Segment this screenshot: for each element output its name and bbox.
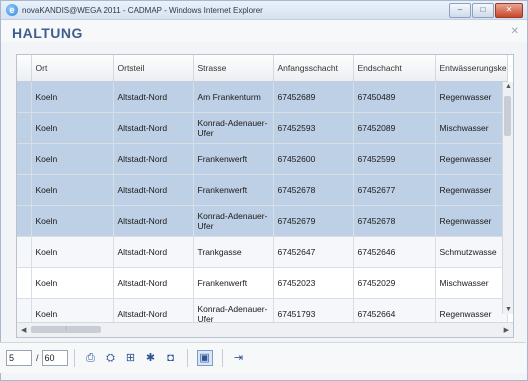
internet-explorer-icon: e <box>6 4 18 16</box>
bottom-toolbar: 5 / 60 ⎙ ⛭ ⊞ ✱ ◘ ▣ ⇥ <box>0 342 526 373</box>
table-row[interactable]: Koeln Altstadt-Nord Am Frankenturm 67452… <box>17 81 508 113</box>
cell-strasse: Konrad-Adenauer-Ufer <box>193 112 274 144</box>
cell-strasse: Frankenwerft <box>193 174 274 206</box>
export-icon[interactable]: ⛭ <box>104 351 118 365</box>
cell-ort: Koeln <box>31 143 114 175</box>
cell-ortsteil: Altstadt-Nord <box>113 236 194 268</box>
window-title: novaKANDIS@WEGA 2011 - CADMAP - Windows … <box>22 5 263 15</box>
column-header-ortsteil[interactable]: Ortsteil <box>113 55 194 82</box>
table-header-row: Ort Ortsteil Strasse Anfangsschacht Ends… <box>17 55 508 82</box>
row-selector[interactable] <box>17 236 32 268</box>
cell-endschacht: 67452646 <box>353 236 436 268</box>
row-selector[interactable] <box>17 143 32 175</box>
vertical-scroll-thumb[interactable] <box>504 96 511 136</box>
cell-endschacht: 67452678 <box>353 205 436 237</box>
cell-anfangsschacht: 67452023 <box>273 267 354 299</box>
title-bar: e novaKANDIS@WEGA 2011 - CADMAP - Window… <box>1 1 527 20</box>
scroll-right-icon[interactable]: ▶ <box>504 326 509 334</box>
view-icon[interactable]: ▣ <box>196 350 213 366</box>
maximize-button[interactable]: □ <box>472 3 494 18</box>
cell-ortsteil: Altstadt-Nord <box>113 174 194 206</box>
row-selector[interactable] <box>17 174 32 206</box>
cell-ort: Koeln <box>31 81 114 113</box>
total-pages-field: 60 <box>41 350 68 366</box>
row-selector[interactable] <box>17 81 32 113</box>
cell-anfangsschacht: 67452647 <box>273 236 354 268</box>
cell-endschacht: 67452029 <box>353 267 436 299</box>
exit-icon[interactable]: ⇥ <box>232 351 246 365</box>
toolbar-divider <box>186 349 188 367</box>
page-title: HALTUNG <box>12 25 83 41</box>
cell-ortsteil: Altstadt-Nord <box>113 81 194 113</box>
minimize-button[interactable]: – <box>449 3 471 18</box>
cell-entwaesserung: Schmutzwasse <box>435 236 508 268</box>
vertical-scrollbar[interactable]: ▲ ▼ <box>502 82 513 314</box>
cell-endschacht: 67452599 <box>353 143 436 175</box>
toolbar-divider <box>221 349 223 367</box>
cell-entwaesserung: Regenwasser <box>435 81 508 113</box>
row-selector-header <box>17 55 32 82</box>
row-selector[interactable] <box>17 205 32 237</box>
cell-anfangsschacht: 67452593 <box>273 112 354 144</box>
page-separator: / <box>36 353 39 363</box>
cell-ort: Koeln <box>31 112 114 144</box>
cell-entwaesserung: Regenwasser <box>435 205 508 237</box>
cell-ort: Koeln <box>31 205 114 237</box>
cell-entwaesserung: Regenwasser <box>435 174 508 206</box>
page-header: HALTUNG ✕ <box>1 20 527 42</box>
cell-strasse: Am Frankenturm <box>193 81 274 113</box>
scroll-down-icon[interactable]: ▼ <box>505 306 512 313</box>
cell-endschacht: 67452677 <box>353 174 436 206</box>
column-header-ort[interactable]: Ort <box>31 55 114 82</box>
table-row[interactable]: Koeln Altstadt-Nord Konrad-Adenauer-Ufer… <box>17 205 508 237</box>
table-row[interactable]: Koeln Altstadt-Nord Konrad-Adenauer-Ufer… <box>17 112 508 144</box>
cell-ort: Koeln <box>31 267 114 299</box>
grid-icon[interactable]: ⊞ <box>124 351 138 365</box>
close-panel-icon[interactable]: ✕ <box>511 26 519 37</box>
horizontal-scroll-thumb[interactable]: ⦙ <box>31 326 101 333</box>
row-selector[interactable] <box>17 267 32 299</box>
column-header-anfangsschacht[interactable]: Anfangsschacht <box>273 55 354 82</box>
cell-strasse: Frankenwerft <box>193 143 274 175</box>
data-table: Ort Ortsteil Strasse Anfangsschacht Ends… <box>17 55 508 330</box>
scroll-left-icon[interactable]: ◀ <box>21 326 26 334</box>
cell-ortsteil: Altstadt-Nord <box>113 112 194 144</box>
filter-icon[interactable]: ◘ <box>164 351 178 365</box>
cell-strasse: Trankgasse <box>193 236 274 268</box>
cell-ortsteil: Altstadt-Nord <box>113 205 194 237</box>
cell-strasse: Frankenwerft <box>193 267 274 299</box>
cell-anfangsschacht: 67452679 <box>273 205 354 237</box>
column-header-strasse[interactable]: Strasse <box>193 55 274 82</box>
table-row[interactable]: Koeln Altstadt-Nord Frankenwerft 6745202… <box>17 267 508 299</box>
scroll-up-icon[interactable]: ▲ <box>505 83 512 90</box>
table-row[interactable]: Koeln Altstadt-Nord Frankenwerft 6745260… <box>17 143 508 175</box>
haltung-table: Ort Ortsteil Strasse Anfangsschacht Ends… <box>16 54 514 338</box>
column-header-endschacht[interactable]: Endschacht <box>353 55 436 82</box>
current-page-input[interactable]: 5 <box>6 350 32 366</box>
cell-entwaesserung: Mischwasser <box>435 267 508 299</box>
cell-endschacht: 67450489 <box>353 81 436 113</box>
column-header-entwaesserungskennung[interactable]: Entwässerungske <box>435 55 508 82</box>
cell-entwaesserung: Regenwasser <box>435 143 508 175</box>
toolbar-divider <box>73 349 75 367</box>
cell-anfangsschacht: 67452600 <box>273 143 354 175</box>
cell-ortsteil: Altstadt-Nord <box>113 267 194 299</box>
horizontal-scrollbar[interactable]: ◀ ⦙ ▶ <box>17 322 513 337</box>
cell-entwaesserung: Mischwasser <box>435 112 508 144</box>
cell-ort: Koeln <box>31 174 114 206</box>
table-row[interactable]: Koeln Altstadt-Nord Trankgasse 67452647 … <box>17 236 508 268</box>
close-window-button[interactable]: ✕ <box>495 3 523 18</box>
tools-icon[interactable]: ✱ <box>144 351 158 365</box>
cell-ortsteil: Altstadt-Nord <box>113 143 194 175</box>
table-row[interactable]: Koeln Altstadt-Nord Frankenwerft 6745267… <box>17 174 508 206</box>
cell-anfangsschacht: 67452689 <box>273 81 354 113</box>
cell-anfangsschacht: 67452678 <box>273 174 354 206</box>
cell-strasse: Konrad-Adenauer-Ufer <box>193 205 274 237</box>
row-selector[interactable] <box>17 112 32 144</box>
print-icon[interactable]: ⎙ <box>84 351 98 365</box>
cell-endschacht: 67452089 <box>353 112 436 144</box>
window-controls: – □ ✕ <box>449 3 523 18</box>
cell-ort: Koeln <box>31 236 114 268</box>
